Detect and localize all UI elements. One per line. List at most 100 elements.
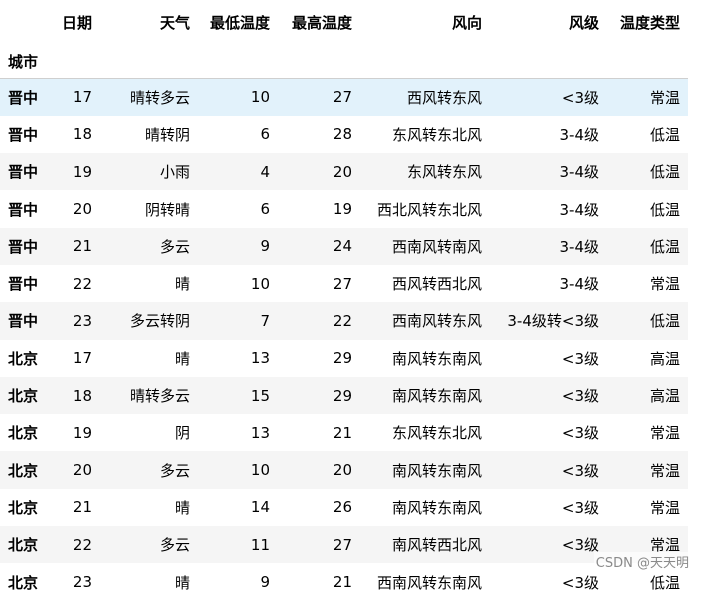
column-header-temp-type: 温度类型: [619, 13, 680, 32]
cell-wind-dir: 东风转东北风: [391, 424, 482, 443]
cell-min-temp: 14: [250, 498, 270, 517]
cell-date: 20: [72, 200, 92, 219]
row-index-city: 晋中: [8, 125, 39, 144]
table-row: 晋中 19 小雨 4 20 东风转东风 3-4级 低温: [0, 153, 688, 191]
cell-date: 22: [72, 274, 92, 293]
cell-wind-dir: 西南风转东南风: [376, 573, 482, 592]
cell-weather: 多云: [159, 536, 190, 555]
cell-min-temp: 15: [250, 386, 270, 405]
row-index-city: 晋中: [8, 237, 39, 256]
cell-wind-dir: 南风转东南风: [391, 387, 482, 406]
row-index-city: 晋中: [8, 200, 39, 219]
cell-max-temp: 28: [332, 125, 352, 144]
column-header-date: 日期: [62, 13, 93, 32]
cell-temp-type: 低温: [649, 312, 680, 331]
cell-min-temp: 11: [250, 535, 270, 554]
cell-min-temp: 9: [260, 573, 270, 591]
cell-wind-level: 3-4级: [559, 163, 600, 182]
index-row-blank: [360, 44, 490, 79]
cell-date: 23: [72, 311, 92, 330]
cell-date: 23: [72, 573, 92, 591]
cell-wind-level: <3级: [561, 461, 599, 480]
column-header-row: 日期 天气 最低温度 最高温度 风向 风级 温度类型: [0, 0, 688, 44]
cell-weather: 晴: [174, 498, 190, 517]
cell-min-temp: 10: [250, 88, 270, 107]
cell-weather: 晴: [174, 349, 190, 368]
table-row: 晋中 18 晴转阴 6 28 东风转东北风 3-4级 低温: [0, 115, 688, 154]
cell-weather: 阴: [174, 424, 190, 443]
table-row: 北京 23 晴 9 21 西南风转东南风 <3级 低温: [0, 563, 688, 601]
cell-min-temp: 9: [260, 237, 270, 256]
row-index-city: 晋中: [8, 275, 39, 294]
row-index-city: 晋中: [8, 88, 39, 107]
cell-max-temp: 22: [332, 311, 352, 330]
cell-wind-level: 3-4级: [559, 200, 600, 219]
cell-max-temp: 21: [332, 423, 352, 442]
cell-max-temp: 29: [332, 386, 352, 405]
cell-wind-dir: 西南风转南风: [391, 237, 482, 256]
cell-wind-level: <3级: [561, 536, 599, 555]
weather-dataframe-table: 日期 天气 最低温度 最高温度 风向 风级 温度类型 城市 晋中 17 晴转多云 10…: [0, 0, 688, 601]
column-header-wind-dir: 风向: [451, 13, 482, 32]
cell-wind-level: <3级: [561, 424, 599, 443]
index-row-blank: [278, 44, 360, 79]
table-row: 北京 20 多云 10 20 南风转东南风 <3级 常温: [0, 451, 688, 489]
cell-max-temp: 27: [332, 274, 352, 293]
row-index-city: 北京: [8, 461, 39, 480]
cell-weather: 多云转阴: [129, 312, 190, 331]
cell-date: 17: [72, 349, 92, 368]
cell-temp-type: 常温: [649, 275, 680, 294]
cell-temp-type: 低温: [649, 163, 680, 182]
table-header: 日期 天气 最低温度 最高温度 风向 风级 温度类型 城市: [0, 0, 688, 79]
row-index-city: 北京: [8, 387, 39, 406]
cell-weather: 晴转多云: [129, 88, 190, 107]
index-name-label: 城市: [8, 52, 39, 71]
cell-wind-dir: 东风转东风: [406, 163, 482, 182]
index-header-blank: [0, 0, 54, 44]
cell-wind-level: 3-4级转<3级: [507, 312, 599, 331]
cell-max-temp: 19: [332, 200, 352, 219]
cell-wind-level: 3-4级: [559, 275, 600, 294]
index-row-blank: [54, 44, 100, 79]
row-index-city: 北京: [8, 349, 39, 368]
cell-temp-type: 常温: [649, 88, 680, 107]
cell-date: 20: [72, 461, 92, 480]
cell-temp-type: 低温: [649, 125, 680, 144]
cell-date: 22: [72, 535, 92, 554]
column-header-weather: 天气: [159, 13, 190, 32]
cell-min-temp: 13: [250, 423, 270, 442]
cell-wind-level: <3级: [561, 88, 599, 107]
cell-weather: 晴: [174, 573, 190, 592]
cell-min-temp: 6: [260, 200, 270, 219]
index-row-blank: [198, 44, 278, 79]
cell-temp-type: 常温: [649, 424, 680, 443]
cell-wind-level: <3级: [561, 349, 599, 368]
row-index-city: 北京: [8, 573, 39, 592]
table-row: 北京 22 多云 11 27 南风转西北风 <3级 常温: [0, 526, 688, 564]
cell-date: 17: [72, 88, 92, 107]
table-body: 晋中 17 晴转多云 10 27 西风转东风 <3级 常温 晋中 18 晴转阴 6 28 东风转东北风 3-…: [0, 78, 688, 601]
column-header-max-temp: 最高温度: [291, 13, 352, 32]
cell-wind-level: 3-4级: [559, 237, 600, 256]
cell-date: 18: [72, 125, 92, 144]
cell-weather: 阴转晴: [144, 200, 190, 219]
row-index-city: 北京: [8, 536, 39, 555]
cell-weather: 晴转阴: [144, 125, 190, 144]
cell-max-temp: 27: [332, 88, 352, 107]
cell-max-temp: 24: [332, 237, 352, 256]
cell-date: 19: [72, 162, 92, 181]
cell-weather: 多云: [159, 461, 190, 480]
cell-weather: 晴: [174, 275, 190, 294]
cell-wind-dir: 南风转东南风: [391, 498, 482, 517]
column-header-wind-level: 风级: [568, 13, 599, 32]
cell-weather: 晴转多云: [129, 387, 190, 406]
row-index-city: 晋中: [8, 163, 39, 182]
cell-wind-dir: 西风转东风: [406, 88, 482, 107]
cell-max-temp: 20: [332, 461, 352, 480]
csdn-watermark: CSDN @天天明: [593, 552, 691, 571]
cell-wind-dir: 东风转东北风: [391, 125, 482, 144]
cell-date: 18: [72, 386, 92, 405]
row-index-city: 晋中: [8, 312, 39, 331]
table-row: 晋中 22 晴 10 27 西风转西北风 3-4级 常温: [0, 264, 688, 303]
table-row: 北京 19 阴 13 21 东风转东北风 <3级 常温: [0, 414, 688, 452]
